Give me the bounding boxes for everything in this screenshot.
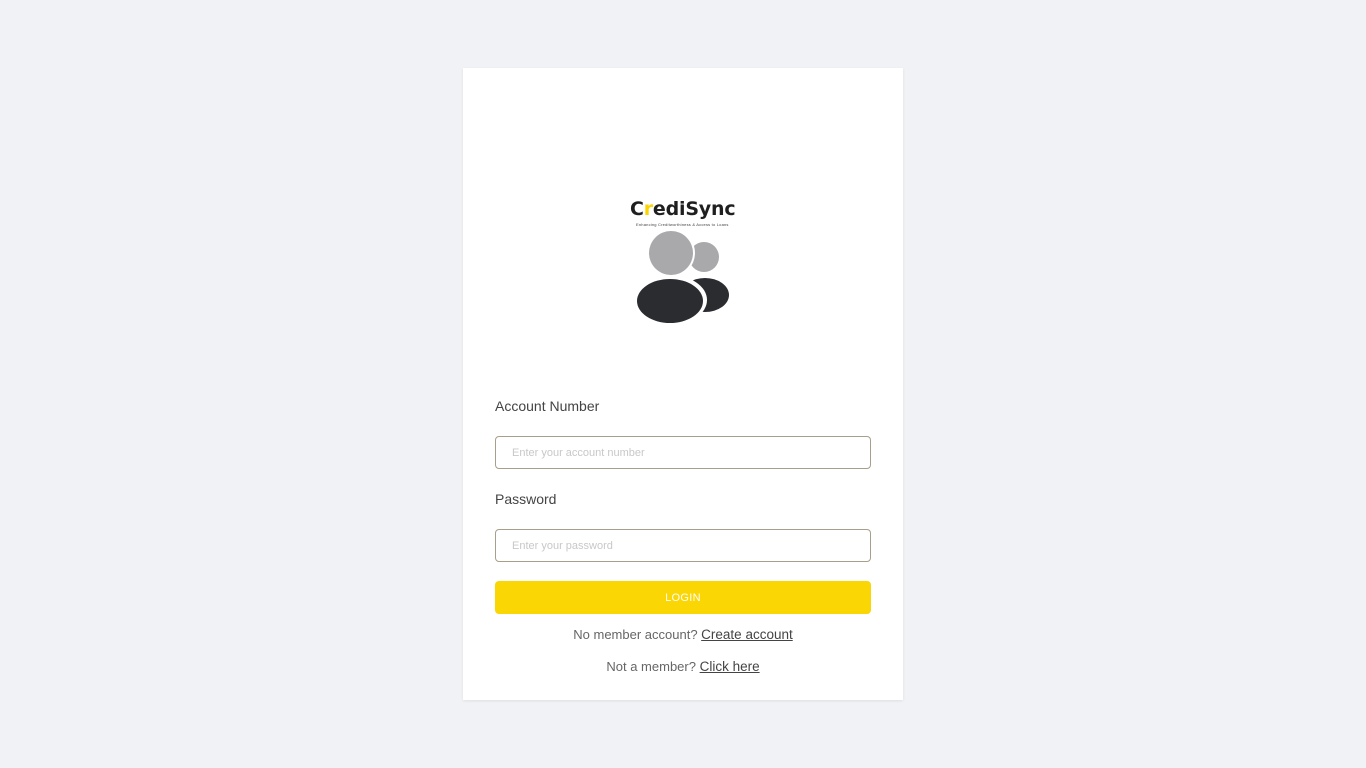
password-label: Password xyxy=(495,491,557,507)
account-number-input[interactable] xyxy=(495,436,871,469)
not-member-line: Not a member? Click here xyxy=(463,658,903,676)
brand-name-accent: r xyxy=(643,198,653,220)
create-account-line: No member account? Create account xyxy=(463,626,903,644)
brand-wordmark: CrediSync xyxy=(630,198,740,220)
brand-logo: CrediSync Enhancing Creditworthiness & A… xyxy=(463,198,903,232)
click-here-link[interactable]: Click here xyxy=(700,659,760,674)
login-button[interactable]: LOGIN xyxy=(495,581,871,614)
no-account-text: No member account? xyxy=(573,627,698,642)
brand-name-suffix: ediSync xyxy=(652,198,736,220)
users-icon xyxy=(633,228,734,328)
brand-name-prefix: C xyxy=(630,198,644,220)
account-number-label: Account Number xyxy=(495,398,600,414)
users-icon-graphic xyxy=(633,229,729,325)
password-input[interactable] xyxy=(495,529,871,562)
not-member-text: Not a member? xyxy=(606,659,696,674)
login-card: CrediSync Enhancing Creditworthiness & A… xyxy=(463,68,903,700)
create-account-link[interactable]: Create account xyxy=(701,627,793,642)
